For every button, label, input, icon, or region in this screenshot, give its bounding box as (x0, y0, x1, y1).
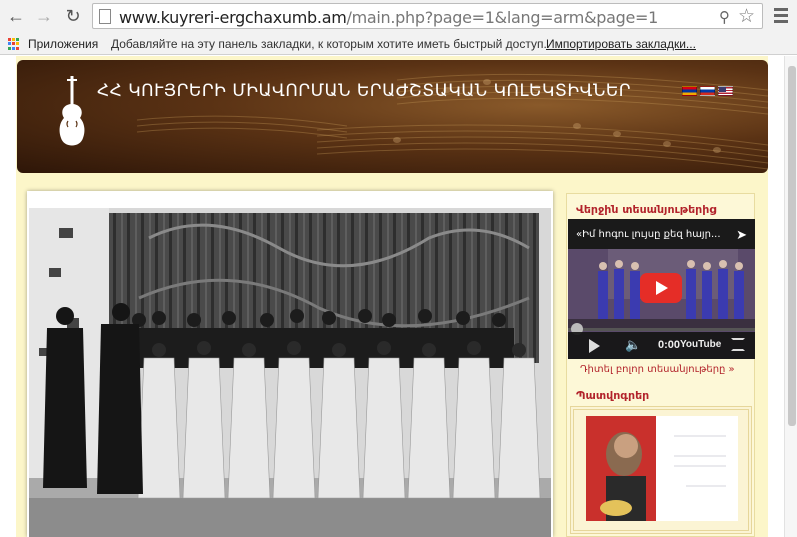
scrollbar-thumb[interactable] (788, 66, 796, 426)
volume-icon[interactable]: 🔈 (625, 337, 641, 353)
site-banner: ՀՀ ԿՈՒՅՐԵՐԻ ՄԻԱՎՈՐՄԱՆ ԵՐԱԺՇՏԱԿԱՆ ԿՈԼԵԿՏԻ… (17, 60, 768, 173)
fullscreen-icon[interactable] (731, 338, 745, 351)
page-scrollbar[interactable] (784, 56, 797, 537)
import-bookmarks-link[interactable]: Импортировать закладки... (546, 37, 696, 51)
see-all-videos-link[interactable]: Դիտել բոլոր տեսանյութերը » (580, 364, 735, 375)
page-icon (99, 9, 111, 24)
apps-bookmark[interactable]: Приложения (28, 37, 98, 51)
english-flag-icon[interactable] (718, 86, 733, 96)
video-controls: 🔈 0:00 YouTube (568, 332, 755, 359)
choir-photo[interactable] (29, 208, 551, 537)
site-title: ՀՀ ԿՈՒՅՐԵՐԻ ՄԻԱՎՈՐՄԱՆ ԵՐԱԺՇՏԱԿԱՆ ԿՈԼԵԿՏԻ… (97, 81, 632, 101)
apps-grid-icon[interactable] (8, 38, 20, 50)
latest-videos-heading: Վերջին տեսանյութերից (576, 203, 717, 216)
youtube-video-player[interactable]: «Իմ հոգու լույսը քեզ հայր... ➤ 🔈 0:00 Yo… (568, 219, 755, 359)
language-switcher (682, 86, 733, 96)
video-title[interactable]: «Իմ հոգու լույսը քեզ հայր... (576, 229, 726, 240)
forward-button[interactable]: → (33, 5, 55, 27)
featured-photo-frame (27, 191, 553, 537)
play-button-icon[interactable] (640, 273, 682, 303)
back-button[interactable]: ← (5, 5, 27, 27)
share-icon[interactable]: ➤ (736, 227, 747, 243)
sidebar: Վերջին տեսանյութերից «Իմ հոգու լույսը քե… (566, 193, 755, 537)
violin-icon (59, 76, 85, 146)
video-time: 0:00 (658, 339, 681, 351)
reload-icon: ↻ (65, 6, 81, 26)
url-path: /main.php?page=1&lang=arm&page=1 (346, 8, 659, 27)
star-icon[interactable]: ☆ (738, 5, 755, 28)
video-progress-bar[interactable] (568, 328, 755, 331)
certificate-frame (570, 406, 752, 534)
browser-toolbar: ← → ↻ www.kuyreri-ergchaxumb.am/main.php… (0, 0, 797, 33)
bookmarks-hint: Добавляйте на эту панель закладки, к кот… (111, 37, 547, 51)
bookmarks-bar: Приложения Добавляйте на эту панель закл… (0, 33, 797, 55)
address-bar[interactable]: www.kuyreri-ergchaxumb.am/main.php?page=… (92, 3, 763, 29)
magnifier-icon[interactable]: ⚲ (719, 8, 730, 26)
arrow-right-icon: → (35, 6, 53, 26)
certificates-heading: Պատվոգրեր (576, 389, 650, 402)
navigation-menu (18, 173, 767, 189)
reload-button[interactable]: ↻ (62, 5, 84, 27)
hamburger-menu-icon[interactable] (772, 5, 790, 25)
page-viewport: ՀՀ ԿՈՒՅՐԵՐԻ ՄԻԱՎՈՐՄԱՆ ԵՐԱԺՇՏԱԿԱՆ ԿՈԼԵԿՏԻ… (0, 56, 784, 537)
url-text[interactable]: www.kuyreri-ergchaxumb.am/main.php?page=… (119, 8, 658, 27)
sheet-music-background (136, 73, 768, 170)
armenian-flag-icon[interactable] (682, 86, 697, 96)
certificate-image[interactable] (586, 416, 738, 521)
youtube-logo[interactable]: YouTube (680, 339, 721, 350)
arrow-left-icon: ← (7, 6, 25, 26)
play-icon[interactable] (589, 339, 600, 353)
url-host: www.kuyreri-ergchaxumb.am (119, 8, 347, 27)
russian-flag-icon[interactable] (700, 86, 715, 96)
